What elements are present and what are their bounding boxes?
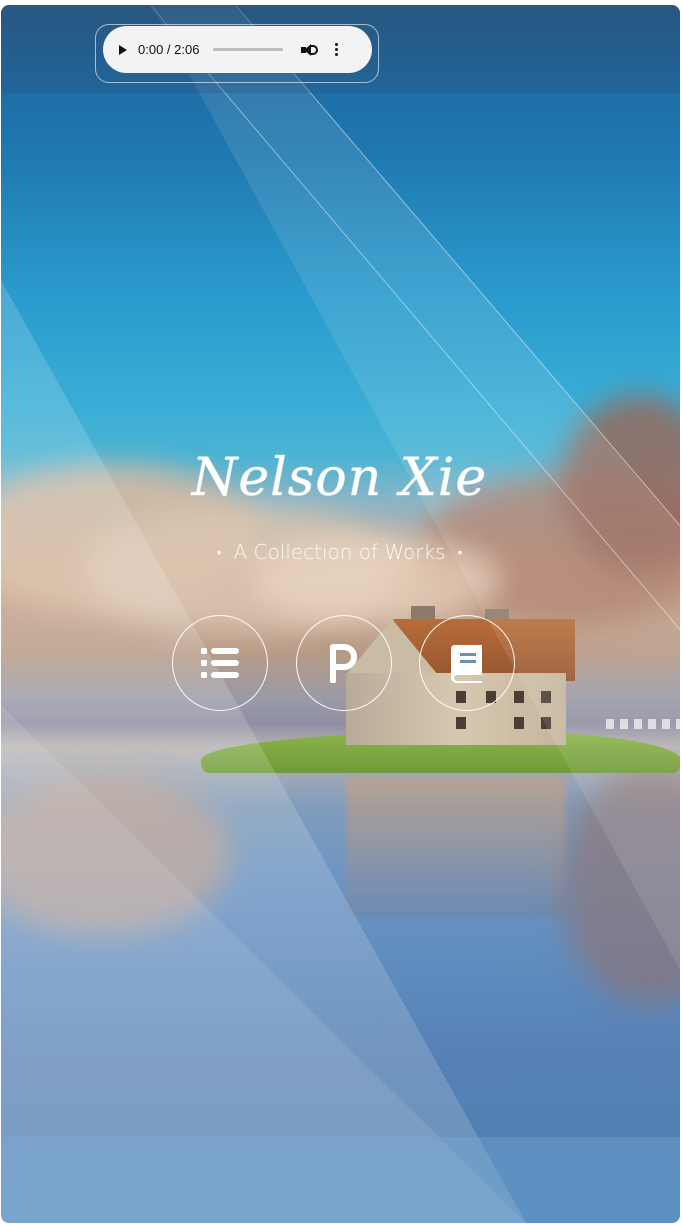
list-button[interactable] — [172, 615, 268, 711]
window — [456, 717, 466, 729]
laundry-line — [606, 719, 680, 729]
subtitle-text: A Collection of Works — [233, 540, 446, 564]
more-options-icon[interactable] — [335, 43, 339, 56]
separator-dot: • — [457, 545, 463, 561]
audio-time: 0:00 / 2:06 — [138, 42, 200, 57]
cloud-reflection — [1, 775, 231, 935]
p-button[interactable] — [296, 615, 392, 711]
separator-dot: • — [216, 545, 222, 561]
site-subtitle: • A Collection of Works • — [0, 540, 679, 564]
cloud-reflection — [561, 765, 680, 1005]
book-button[interactable] — [419, 615, 515, 711]
p-letter-icon — [330, 644, 357, 683]
site-title: Nelson Xie — [191, 448, 488, 509]
hero-background — [1, 5, 680, 1223]
play-icon[interactable] — [119, 44, 127, 55]
list-icon — [201, 648, 239, 678]
window — [541, 717, 551, 729]
audio-progress-slider[interactable] — [213, 48, 284, 51]
footer-strip — [1, 1137, 680, 1223]
house-reflection — [346, 777, 566, 917]
window — [514, 691, 524, 703]
window — [541, 691, 551, 703]
volume-icon[interactable] — [301, 43, 319, 57]
book-icon — [450, 645, 482, 683]
window — [514, 717, 524, 729]
audio-player[interactable]: 0:00 / 2:06 — [103, 26, 372, 73]
